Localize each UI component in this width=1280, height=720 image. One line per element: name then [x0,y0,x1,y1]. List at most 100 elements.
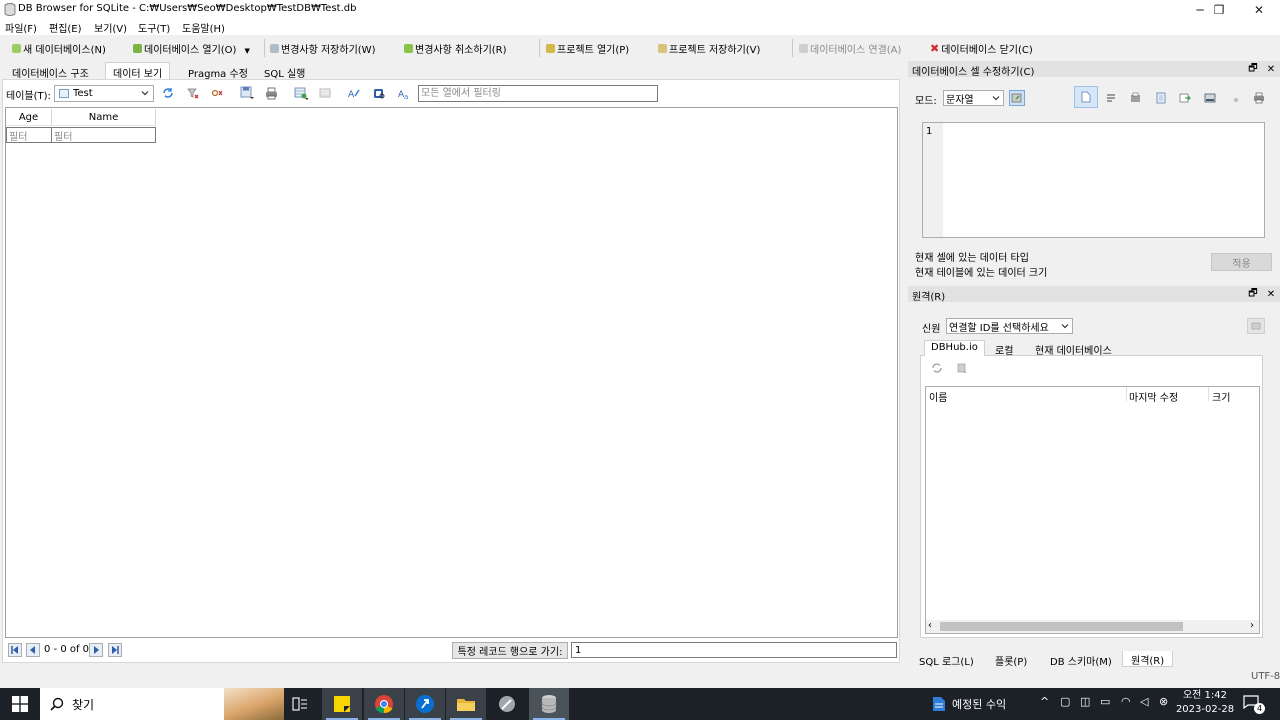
chevron-down-icon[interactable]: ▼ [244,47,249,55]
image-view-icon[interactable] [1202,90,1218,106]
text-mode-icon[interactable] [1074,86,1098,108]
weather-widget[interactable]: 예정된 수익 [932,688,1006,720]
refresh-remote-icon[interactable] [931,362,945,376]
close-database-button[interactable]: ✖ 데이터베이스 닫기(C) [930,40,1033,56]
word-wrap-icon[interactable] [1103,90,1119,106]
tab-execute-sql[interactable]: SQL 실행 [256,62,313,80]
attach-database-button[interactable]: 데이터베이스 연결(A) [799,40,901,56]
new-database-button[interactable]: 새 데이터베이스(N) [12,40,106,56]
save-table-as-icon[interactable] [240,86,254,100]
text-format-icon[interactable]: Aa [397,86,411,100]
close-dock-icon[interactable]: ✕ [1265,288,1277,300]
name-filter-field[interactable]: 필터 [51,127,156,143]
identity-select[interactable]: 연결할 ID를 선택하세요 [946,318,1073,334]
close-circle-icon[interactable]: ⊗ [1159,695,1168,708]
print-icon[interactable] [264,86,278,100]
mode-select[interactable]: 문자열 [943,90,1004,106]
filter-all-columns-input[interactable] [418,85,658,102]
first-record-button[interactable] [8,643,22,657]
open-database-button[interactable]: 데이터베이스 열기(O) ▼ [133,40,250,56]
goto-record-button[interactable]: 특정 레코드 행으로 가기: [452,642,568,659]
tab-database-structure[interactable]: 데이터베이스 구조 [4,62,97,80]
close-dock-icon[interactable]: ✕ [1265,63,1277,75]
scrollbar-thumb[interactable] [940,622,1183,631]
tab-plot[interactable]: 플롯(P) [986,651,1036,668]
find-replace-icon[interactable] [372,86,386,100]
clear-filters-icon[interactable] [186,86,200,100]
delete-record-icon[interactable] [318,86,332,100]
revert-changes-button[interactable]: 변경사항 취소하기(R) [404,40,507,56]
menu-file[interactable]: 파일(F) [5,20,37,35]
scroll-right-icon[interactable]: › [1250,620,1254,631]
chevron-up-icon[interactable]: ^ [1040,695,1049,708]
db-browser-taskbar-icon[interactable] [529,688,569,720]
sticky-notes-icon[interactable] [322,688,362,720]
tab-local[interactable]: 로컬 [988,340,1020,357]
clear-sorting-icon[interactable] [210,86,224,100]
column-header-last-modified[interactable]: 마지막 수정 [1129,389,1178,404]
cell-editor[interactable] [922,122,1265,238]
save-project-button[interactable]: 프로젝트 저장하기(V) [658,40,760,56]
apply-button[interactable]: 적용 [1211,253,1272,271]
battery-icon[interactable]: ▭ [1100,695,1110,708]
tray-remote-icon[interactable]: ◫ [1080,695,1090,708]
menu-help[interactable]: 도움말(H) [182,20,225,35]
remote-file-list[interactable] [925,386,1260,634]
tab-db-schema[interactable]: DB 스키마(M) [1041,651,1121,668]
column-header-name[interactable]: 이름 [929,389,947,404]
table-select[interactable]: Test [54,85,154,102]
find-icon[interactable]: A [347,86,361,100]
chevron-down-icon [992,94,1000,102]
taskbar-clock[interactable]: 오전 1:42 2023-02-28 [1175,689,1235,717]
notification-icon[interactable]: 4 [1243,695,1267,715]
wifi-icon[interactable]: ◠ [1121,695,1131,708]
auto-format-icon[interactable] [1009,90,1025,106]
next-record-button[interactable] [89,643,103,657]
tab-dbhub[interactable]: DBHub.io [924,340,985,356]
tab-edit-pragmas[interactable]: Pragma 수정 [180,62,256,80]
edit-cell-dock-title: 데이터베이스 셀 수정하기(C) [912,67,1035,78]
volume-icon[interactable]: ◁ [1140,695,1148,708]
maximize-button[interactable]: ❐ [1199,0,1239,19]
clear-cell-icon[interactable] [1227,90,1243,106]
chrome-icon[interactable] [364,688,404,720]
menu-view[interactable]: 보기(V) [94,20,127,35]
import-file-icon[interactable] [1128,90,1144,106]
scroll-left-icon[interactable]: ‹ [928,620,932,631]
identity-settings-icon[interactable] [1247,318,1265,334]
remote-app-icon[interactable] [405,688,445,720]
write-changes-button[interactable]: 변경사항 저장하기(W) [270,40,375,56]
data-grid[interactable] [5,107,898,638]
last-record-button[interactable] [108,643,122,657]
tab-remote[interactable]: 원격(R) [1122,651,1174,667]
close-button[interactable]: ✕ [1239,0,1279,19]
menu-edit[interactable]: 편집(E) [49,20,82,35]
clone-remote-icon[interactable] [956,362,970,376]
column-header-age[interactable]: Age [6,109,52,126]
column-header-name[interactable]: Name [52,109,156,126]
app-icon-pen[interactable] [487,688,527,720]
refresh-icon[interactable] [161,86,175,100]
float-dock-icon[interactable]: 🗗 [1247,63,1259,75]
tab-browse-data[interactable]: 데이터 보기 [105,62,171,80]
age-filter-field[interactable]: 필터 [6,127,52,143]
menu-tools[interactable]: 도구(T) [138,20,170,35]
start-button[interactable] [0,688,40,720]
taskbar-search[interactable]: 찾기 [40,688,284,720]
tab-sql-log[interactable]: SQL 로그(L) [910,651,983,668]
goto-record-input[interactable]: 1 [571,642,897,658]
mode-label: 모드: [915,96,937,107]
set-null-icon[interactable] [1177,90,1193,106]
file-explorer-icon[interactable] [446,688,486,720]
insert-record-icon[interactable] [294,86,308,100]
task-view-icon[interactable] [280,688,320,720]
export-file-icon[interactable] [1153,90,1169,106]
open-project-button[interactable]: 프로젝트 열기(P) [546,40,629,56]
print-cell-icon[interactable] [1251,90,1267,106]
previous-record-button[interactable] [26,643,40,657]
new-database-icon [12,43,21,53]
tray-app-icon[interactable]: ▢ [1060,695,1070,708]
column-header-size[interactable]: 크기 [1212,389,1230,404]
tab-current-database[interactable]: 현재 데이터베이스 [1028,340,1119,357]
float-dock-icon[interactable]: 🗗 [1247,288,1259,300]
